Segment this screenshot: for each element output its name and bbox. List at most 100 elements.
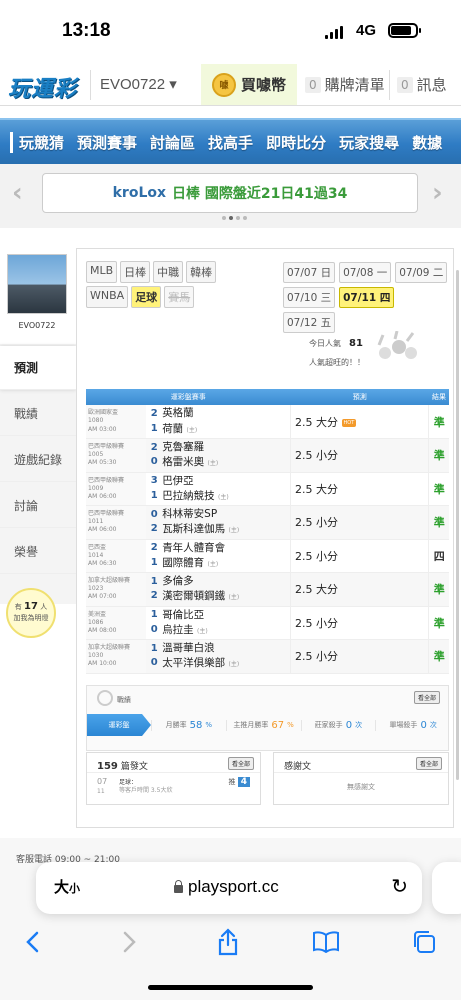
screen: 13:18 4G 玩運彩 EVO0722 ▾ 噱 買噱幣 0 購牌清單 0 訊息… (0, 0, 461, 1000)
prediction: 2.5 小分 (290, 606, 429, 640)
table-header: 運彩盤賽事 預測 結果 (86, 389, 449, 405)
menu-item[interactable]: 討論區 (150, 132, 195, 153)
sidebar-tab[interactable]: 遊戲紀錄 (0, 438, 76, 482)
date-button[interactable]: 07/07 日 (283, 262, 336, 283)
banner-message[interactable]: kroLox 日棒 國際盤近21日41過34 (42, 173, 418, 213)
score: 31 (146, 472, 163, 506)
league-tag[interactable]: WNBA (86, 286, 129, 308)
table-row: 加拿大超級聯賽 1023 AM 07:00 1 2 多倫多 漢密爾頓鋼鐵 (主) 2.5 大分… (86, 572, 449, 607)
record-title: 戰績 (117, 696, 131, 704)
teams[interactable]: 多倫多 漢密爾頓鋼鐵 (主) (162, 572, 291, 607)
result: 準 (428, 606, 449, 640)
league-tag[interactable]: 日棒 (120, 261, 151, 283)
header-result: 結果 (428, 389, 449, 405)
reader-settings-button[interactable]: 大小 (54, 876, 80, 897)
teams[interactable]: 科林蒂安SP 瓦斯科達伽馬 (主) (162, 505, 291, 540)
reload-icon[interactable]: ↻ (391, 874, 408, 898)
match-info: 巴西甲級聯賽 1005 AM 05:30 (86, 438, 147, 473)
sidebar-tab[interactable]: 榮譽 (0, 530, 76, 574)
forward-button[interactable] (110, 924, 150, 960)
home-indicator (148, 985, 313, 990)
stat-item: 單場殺手 0 次 (375, 719, 450, 731)
stat-unit: 次 (429, 721, 437, 729)
back-button[interactable] (12, 924, 52, 960)
ticket-list-label: 購牌清單 (324, 76, 385, 94)
sidebar-tab[interactable]: 預測 (0, 346, 76, 390)
menu-item[interactable]: 即時比分 (266, 132, 326, 153)
posts-view-all-button[interactable]: 看全部 (227, 757, 254, 770)
stat-item: 主推月勝率 67% (225, 719, 301, 731)
scrollbar[interactable] (456, 270, 459, 780)
stat-item: 月勝率 58% (151, 719, 226, 731)
match-time: AM 08:00 (88, 626, 117, 634)
profile-sidebar: EVO0722 預測 戰績 遊戲紀錄 討論 榮譽 有 17 人 加我為明燈 (0, 248, 76, 668)
url-field[interactable]: playsport.cc (174, 877, 279, 897)
menu-item[interactable]: 找高手 (208, 132, 253, 153)
site-logo[interactable]: 玩運彩 (8, 71, 77, 103)
chevron-right-icon[interactable]: › (432, 178, 443, 208)
follow-lamp-button[interactable]: 有 17 人 加我為明燈 (6, 588, 56, 638)
menu-item[interactable]: 玩家搜尋 (339, 132, 399, 153)
score: 12 (146, 572, 163, 607)
banner-user: kroLox (112, 185, 167, 201)
date-button[interactable]: 07/09 二 (395, 262, 448, 283)
prediction-value: 2.5 小分 (295, 549, 339, 563)
score-home: 2 (150, 441, 158, 453)
teams[interactable]: 巴伊亞 巴拉納競技 (主) (162, 472, 291, 506)
menu-item[interactable]: 玩競猜 (10, 132, 64, 153)
league-name: 加拿大超級聯賽 (88, 577, 131, 585)
score-home: 1 (150, 609, 158, 621)
posts-box: 159 篇發文 看全部 07 11 足球： 等客戶時間 3.5大欣 推 4 (86, 752, 261, 805)
menu-item[interactable]: 預測賽事 (77, 132, 137, 153)
next-tab-preview[interactable] (432, 862, 461, 914)
date-button[interactable]: 07/12 五 (283, 312, 336, 333)
back-arrow-icon (26, 931, 39, 953)
sidebar-tab[interactable]: 戰績 (0, 392, 76, 436)
teams[interactable]: 英格蘭 荷蘭 (主) (162, 405, 291, 439)
messages-label: 訊息 (416, 76, 447, 94)
address-bar[interactable]: 大小 playsport.cc ↻ (36, 862, 422, 914)
user-dropdown[interactable]: EVO0722 ▾ (100, 75, 177, 93)
teams[interactable]: 哥倫比亞 烏拉圭 (主) (162, 606, 291, 640)
post-item[interactable]: 足球： 等客戶時間 3.5大欣 (119, 779, 172, 796)
league-tag[interactable]: 韓棒 (186, 261, 217, 283)
score: 20 (146, 438, 163, 473)
league-tag[interactable]: 中職 (153, 261, 184, 283)
stat-value: 0 (420, 719, 427, 731)
league-tag[interactable]: 足球 (131, 286, 162, 308)
tabs-button[interactable] (404, 924, 444, 960)
date-button[interactable]: 07/08 一 (339, 262, 392, 283)
chevron-left-icon[interactable]: ‹ (12, 178, 23, 208)
prediction-value: 2.5 小分 (295, 650, 339, 664)
team-2: 烏拉圭 (162, 623, 194, 636)
username-label: EVO0722 (100, 76, 166, 93)
messages-link[interactable]: 0 訊息 (397, 74, 447, 95)
thanks-view-all-button[interactable]: 看全部 (415, 757, 442, 770)
league-tag[interactable]: MLB (86, 261, 118, 283)
sidebar-tab[interactable]: 討論 (0, 484, 76, 528)
share-button[interactable] (208, 924, 248, 960)
stat-unit: % (287, 721, 294, 729)
team-1: 巴伊亞 (162, 474, 194, 487)
menu-item[interactable]: 數據 (412, 132, 442, 153)
score-away: 1 (150, 489, 158, 501)
avatar[interactable] (7, 254, 67, 314)
record-view-all-button[interactable]: 看全部 (413, 691, 440, 704)
posts-label: 篇發文 (120, 762, 148, 772)
status-bar: 13:18 4G (0, 0, 461, 62)
score-home: 1 (150, 642, 158, 654)
result: 準 (428, 639, 449, 674)
signal-icon (325, 26, 343, 39)
buy-coin-button[interactable]: 噱 買噱幣 (201, 64, 297, 105)
teams[interactable]: 青年人體育會 國際體育 (主) (162, 539, 291, 573)
match-time: AM 07:00 (88, 593, 117, 601)
ticket-list-link[interactable]: 0 購牌清單 (305, 74, 385, 95)
bookmarks-button[interactable] (306, 924, 346, 960)
date-button[interactable]: 07/10 三 (283, 287, 336, 308)
divider (389, 70, 390, 100)
teams[interactable]: 克魯塞羅 格雷米奧 (主) (162, 438, 291, 473)
teams[interactable]: 溫哥華白浪 太平洋俱樂部 (主) (162, 639, 291, 674)
date-button[interactable]: 07/11 四 (339, 287, 395, 308)
ticket-count-badge: 0 (305, 76, 321, 93)
score: 21 (146, 405, 163, 439)
